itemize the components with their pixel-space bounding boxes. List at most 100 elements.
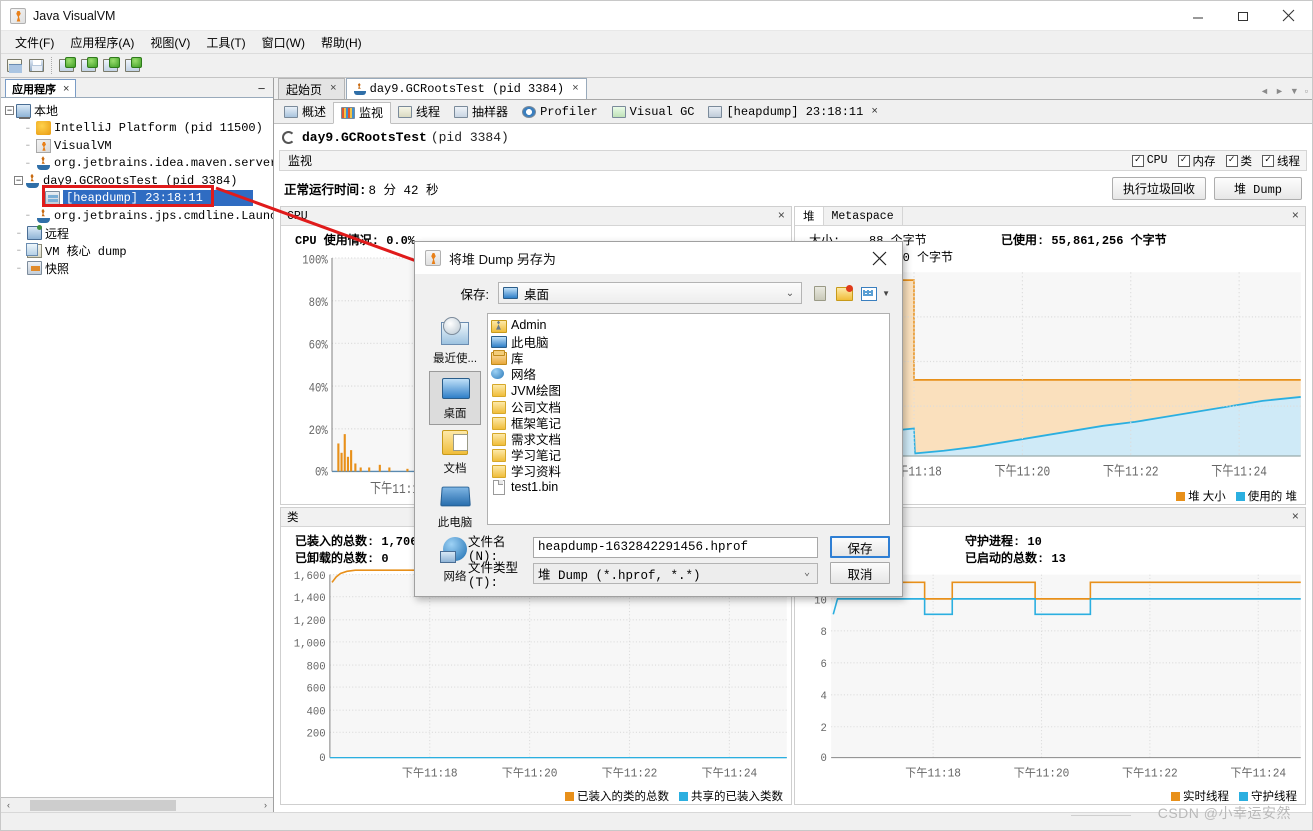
cancel-button[interactable]: 取消 bbox=[830, 562, 890, 584]
tree-item-intellij-platform[interactable]: ╴ IntelliJ Platform (pid 11500) bbox=[1, 120, 273, 138]
folder-icon bbox=[491, 383, 506, 398]
svg-text:下午11:22: 下午11:22 bbox=[602, 766, 658, 780]
place-desktop[interactable]: 桌面 bbox=[429, 371, 481, 425]
maximize-icon[interactable] bbox=[1220, 1, 1265, 30]
tab-next-icon[interactable]: ► bbox=[1275, 86, 1284, 96]
chevron-down-icon[interactable]: ⌄ bbox=[786, 288, 794, 299]
close-icon[interactable]: × bbox=[63, 83, 69, 95]
tab-threads[interactable]: 线程 bbox=[391, 101, 447, 123]
tree-item-remote[interactable]: ╴ 远程 bbox=[1, 225, 273, 243]
chevron-down-icon[interactable]: ▼ bbox=[882, 289, 890, 298]
up-one-level-icon[interactable] bbox=[810, 284, 829, 302]
menu-applications[interactable]: 应用程序(A) bbox=[62, 32, 142, 53]
perform-gc-button[interactable]: 执行垃圾回收 bbox=[1111, 176, 1206, 200]
heap-dump-button[interactable]: 堆 Dump bbox=[1214, 176, 1302, 200]
place-recent[interactable]: 最近使... bbox=[429, 317, 481, 369]
scroll-thumb[interactable] bbox=[30, 799, 176, 811]
save-in-combobox[interactable]: 桌面 ⌄ bbox=[498, 282, 803, 304]
svg-text:1,400: 1,400 bbox=[294, 592, 326, 604]
add-jmx-connection-icon[interactable] bbox=[57, 56, 77, 76]
tab-heapdump[interactable]: [heapdump] 23:18:11 × bbox=[701, 101, 884, 123]
java-icon bbox=[425, 250, 441, 266]
tree-item-local[interactable]: − 本地 bbox=[1, 102, 273, 120]
tree-item-snapshot[interactable]: ╴ 快照 bbox=[1, 260, 273, 278]
expander-icon[interactable]: − bbox=[14, 176, 23, 186]
scroll-right-icon[interactable]: › bbox=[258, 800, 273, 810]
list-item[interactable]: 此电脑 bbox=[491, 333, 889, 350]
menu-help[interactable]: 帮助(H) bbox=[313, 32, 370, 53]
scroll-left-icon[interactable]: ‹ bbox=[1, 800, 16, 810]
place-documents[interactable]: 文档 bbox=[429, 427, 481, 479]
close-icon[interactable]: × bbox=[572, 83, 579, 95]
tab-metaspace[interactable]: Metaspace bbox=[824, 207, 903, 225]
checkbox-threads[interactable]: ✓ 线程 bbox=[1262, 153, 1300, 169]
checkbox-memory[interactable]: ✓ 内存 bbox=[1177, 153, 1216, 169]
close-icon[interactable]: × bbox=[1292, 209, 1299, 223]
svg-text:0%: 0% bbox=[315, 464, 328, 479]
tree-item-maven-server[interactable]: ╴ org.jetbrains.idea.maven.server.Rem bbox=[1, 155, 273, 173]
chevron-down-icon[interactable]: ⌄ bbox=[804, 567, 810, 579]
tab-sampler[interactable]: 抽样器 bbox=[447, 101, 515, 123]
tab-applications[interactable]: 应用程序 × bbox=[5, 79, 77, 97]
create-new-folder-icon[interactable] bbox=[835, 284, 854, 302]
process-name: day9.GCRootsTest bbox=[302, 129, 427, 145]
menu-window[interactable]: 窗口(W) bbox=[254, 32, 313, 53]
scroll-track[interactable] bbox=[16, 798, 258, 812]
legend-label: 共享的已装入类数 bbox=[691, 791, 783, 803]
tab-list-icon[interactable]: ▼ bbox=[1290, 86, 1299, 96]
tree-item-jps-launcher[interactable]: ╴ org.jetbrains.jps.cmdline.Launcher bbox=[1, 207, 273, 225]
file-list[interactable]: Admin 此电脑 库 网络 JVM绘图 公司文档 框架笔记 需求文档 学习笔记… bbox=[487, 313, 890, 525]
minimize-panel-icon[interactable]: − bbox=[255, 81, 268, 96]
filetype-combobox[interactable]: 堆 Dump (*.hprof, *.*) ⌄ bbox=[533, 562, 818, 584]
tab-visual-gc[interactable]: Visual GC bbox=[605, 101, 702, 123]
tab-label: 起始页 bbox=[286, 83, 323, 98]
list-item[interactable]: 公司文档 bbox=[491, 398, 889, 415]
list-item[interactable]: 学习笔记 bbox=[491, 447, 889, 463]
list-item[interactable]: 框架笔记 bbox=[491, 414, 889, 431]
checkbox-classes[interactable]: ✓ 类 bbox=[1225, 153, 1252, 169]
tree-item-visualvm[interactable]: ╴ VisualVM bbox=[1, 137, 273, 155]
close-icon[interactable]: × bbox=[778, 209, 785, 223]
maximize-icon[interactable]: ▫ bbox=[1305, 86, 1308, 96]
save-button[interactable]: 保存 bbox=[830, 536, 890, 558]
list-item[interactable]: test1.bin bbox=[491, 479, 889, 496]
minimize-icon[interactable] bbox=[1175, 1, 1220, 30]
filename-input[interactable]: heapdump-1632842291456.hprof bbox=[533, 536, 818, 558]
menu-tools[interactable]: 工具(T) bbox=[198, 32, 253, 53]
tree-item-gcrootstest[interactable]: − day9.GCRootsTest (pid 3384) bbox=[1, 172, 273, 190]
close-icon[interactable]: × bbox=[871, 106, 878, 118]
add-remote-host-icon[interactable] bbox=[79, 56, 99, 76]
save-icon[interactable] bbox=[27, 56, 47, 76]
list-item[interactable]: 库 bbox=[491, 349, 889, 366]
list-item[interactable]: JVM绘图 bbox=[491, 382, 889, 398]
tab-navigation: ◄ ► ▼ ▫ bbox=[1260, 86, 1308, 96]
tab-monitor[interactable]: 监视 bbox=[333, 101, 392, 124]
expander-icon[interactable]: − bbox=[5, 106, 14, 116]
close-icon[interactable]: × bbox=[330, 83, 337, 95]
close-icon[interactable] bbox=[857, 242, 902, 274]
view-menu-icon[interactable] bbox=[860, 284, 879, 302]
add-snapshot-icon[interactable] bbox=[123, 56, 143, 76]
list-item[interactable]: 学习资料 bbox=[491, 463, 889, 479]
tab-gcrootstest[interactable]: day9.GCRootsTest (pid 3384) × bbox=[345, 78, 587, 99]
close-icon[interactable]: × bbox=[1292, 510, 1299, 524]
tab-profiler[interactable]: Profiler bbox=[515, 101, 605, 123]
add-vm-coredump-icon[interactable] bbox=[101, 56, 121, 76]
close-icon[interactable] bbox=[1265, 1, 1312, 30]
checkbox-cpu[interactable]: ✓ CPU bbox=[1131, 154, 1168, 167]
menu-file[interactable]: 文件(F) bbox=[7, 32, 62, 53]
tab-overview[interactable]: 概述 bbox=[277, 101, 333, 123]
applications-tree[interactable]: − 本地 ╴ IntelliJ Platform (pid 11500) ╴ V… bbox=[1, 98, 273, 797]
tree-item-vm-coredump[interactable]: ╴ VM 核心 dump bbox=[1, 242, 273, 260]
list-item[interactable]: 网络 bbox=[491, 366, 889, 382]
tab-start-page[interactable]: 起始页 × bbox=[278, 78, 345, 99]
list-item[interactable]: Admin bbox=[491, 317, 889, 333]
applications-hscrollbar[interactable]: ‹ › bbox=[1, 797, 273, 812]
open-icon[interactable] bbox=[5, 56, 25, 76]
tree-item-heapdump[interactable]: [heapdump] 23:18:11 bbox=[1, 190, 273, 208]
menu-view[interactable]: 视图(V) bbox=[142, 32, 198, 53]
folder-icon bbox=[491, 448, 506, 463]
list-item[interactable]: 需求文档 bbox=[491, 430, 889, 447]
tab-heap[interactable]: 堆 bbox=[795, 207, 824, 225]
tab-prev-icon[interactable]: ◄ bbox=[1260, 86, 1269, 96]
